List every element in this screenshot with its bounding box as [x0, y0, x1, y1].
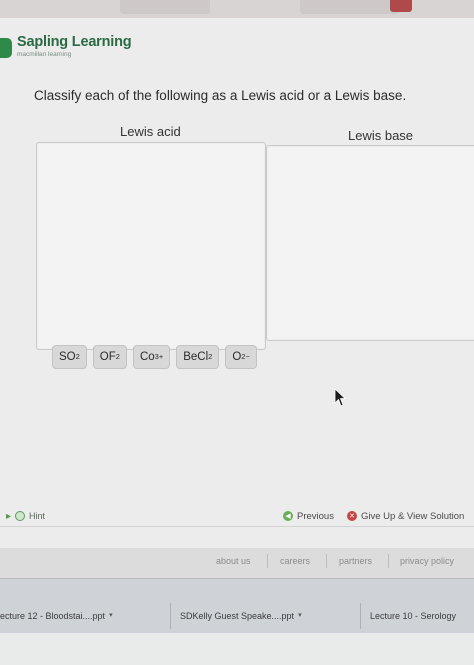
chevron-down-icon: ▾ — [109, 612, 113, 619]
chip-o2minus[interactable]: O 2− — [225, 345, 257, 369]
chip-so2[interactable]: SO 2 — [52, 345, 87, 369]
bottom-controls: ▸ Hint ◀ Previous ✕ Give Up & View Solut… — [0, 508, 474, 524]
divider — [267, 554, 268, 568]
lightbulb-icon — [15, 511, 26, 521]
site-footer: about us careers partners privacy policy — [0, 548, 474, 578]
giveup-icon: ✕ — [347, 511, 357, 521]
lewis-acid-title: Lewis acid — [120, 124, 181, 139]
browser-tab[interactable] — [120, 0, 210, 14]
footer-link-partners[interactable]: partners — [339, 556, 372, 566]
brand-subtitle: macmillan learning — [17, 51, 72, 58]
sapling-page: Sapling Learning macmillan learning Clas… — [0, 18, 474, 578]
chip-of2[interactable]: OF 2 — [92, 345, 127, 369]
taskbar-item-sdkelly[interactable]: SDKelly Guest Speake....ppt ▾ — [180, 579, 302, 665]
close-icon[interactable] — [390, 0, 412, 12]
play-arrow-icon: ▸ — [6, 510, 12, 522]
chevron-down-icon: ▾ — [298, 612, 302, 619]
divider — [326, 554, 327, 568]
footer-link-privacy[interactable]: privacy policy — [400, 556, 454, 566]
chip-formula: O — [232, 351, 242, 363]
logo-text: Sapling Learning macmillan learning — [17, 34, 132, 58]
browser-top-strip — [0, 0, 474, 19]
taskbar-item-label: SDKelly Guest Speake....ppt — [180, 611, 295, 621]
previous-button[interactable]: ◀ Previous — [283, 508, 334, 524]
hint-button[interactable]: ▸ Hint — [6, 508, 45, 524]
divider — [0, 526, 474, 527]
previous-label: Previous — [297, 510, 334, 522]
lewis-base-dropzone[interactable] — [266, 145, 474, 341]
divider — [360, 603, 361, 629]
chip-formula: SO — [59, 351, 76, 363]
chip-becl2[interactable]: BeCl 2 — [176, 345, 220, 369]
brand-title: Sapling Learning — [17, 34, 132, 50]
chip-formula: OF — [99, 351, 116, 363]
lewis-base-title: Lewis base — [348, 128, 414, 143]
chip-formula: Co — [139, 351, 155, 363]
divider — [170, 603, 171, 629]
question-prompt: Classify each of the following as a Lewi… — [34, 88, 407, 103]
taskbar-item-label: ecture 12 - Bloodstai....ppt — [0, 611, 106, 621]
sapling-logo: Sapling Learning macmillan learning — [0, 34, 132, 58]
giveup-label: Give Up & View Solution — [361, 510, 465, 522]
hint-label: Hint — [29, 511, 46, 521]
taskbar: ecture 12 - Bloodstai....ppt ▾ SDKelly G… — [0, 578, 474, 633]
chip-co3plus[interactable]: Co 3+ — [132, 345, 171, 369]
sapling-logo-icon — [0, 38, 12, 58]
lewis-acid-dropzone[interactable] — [36, 142, 266, 350]
divider — [388, 554, 389, 568]
taskbar-item-bloodstain[interactable]: ecture 12 - Bloodstai....ppt ▾ — [0, 579, 113, 665]
previous-icon: ◀ — [283, 511, 293, 521]
footer-link-about[interactable]: about us — [216, 556, 251, 566]
taskbar-item-label: Lecture 10 - Serology — [370, 611, 457, 621]
taskbar-item-serology[interactable]: Lecture 10 - Serology — [370, 579, 456, 665]
give-up-button[interactable]: ✕ Give Up & View Solution — [347, 508, 464, 524]
chip-formula: BeCl — [183, 351, 209, 363]
footer-link-careers[interactable]: careers — [280, 556, 310, 566]
answer-chip-bank: SO 2 OF 2 Co 3+ BeCl 2 O 2− — [52, 344, 272, 370]
mouse-pointer-icon — [334, 388, 347, 407]
browser-tab[interactable] — [300, 0, 400, 14]
